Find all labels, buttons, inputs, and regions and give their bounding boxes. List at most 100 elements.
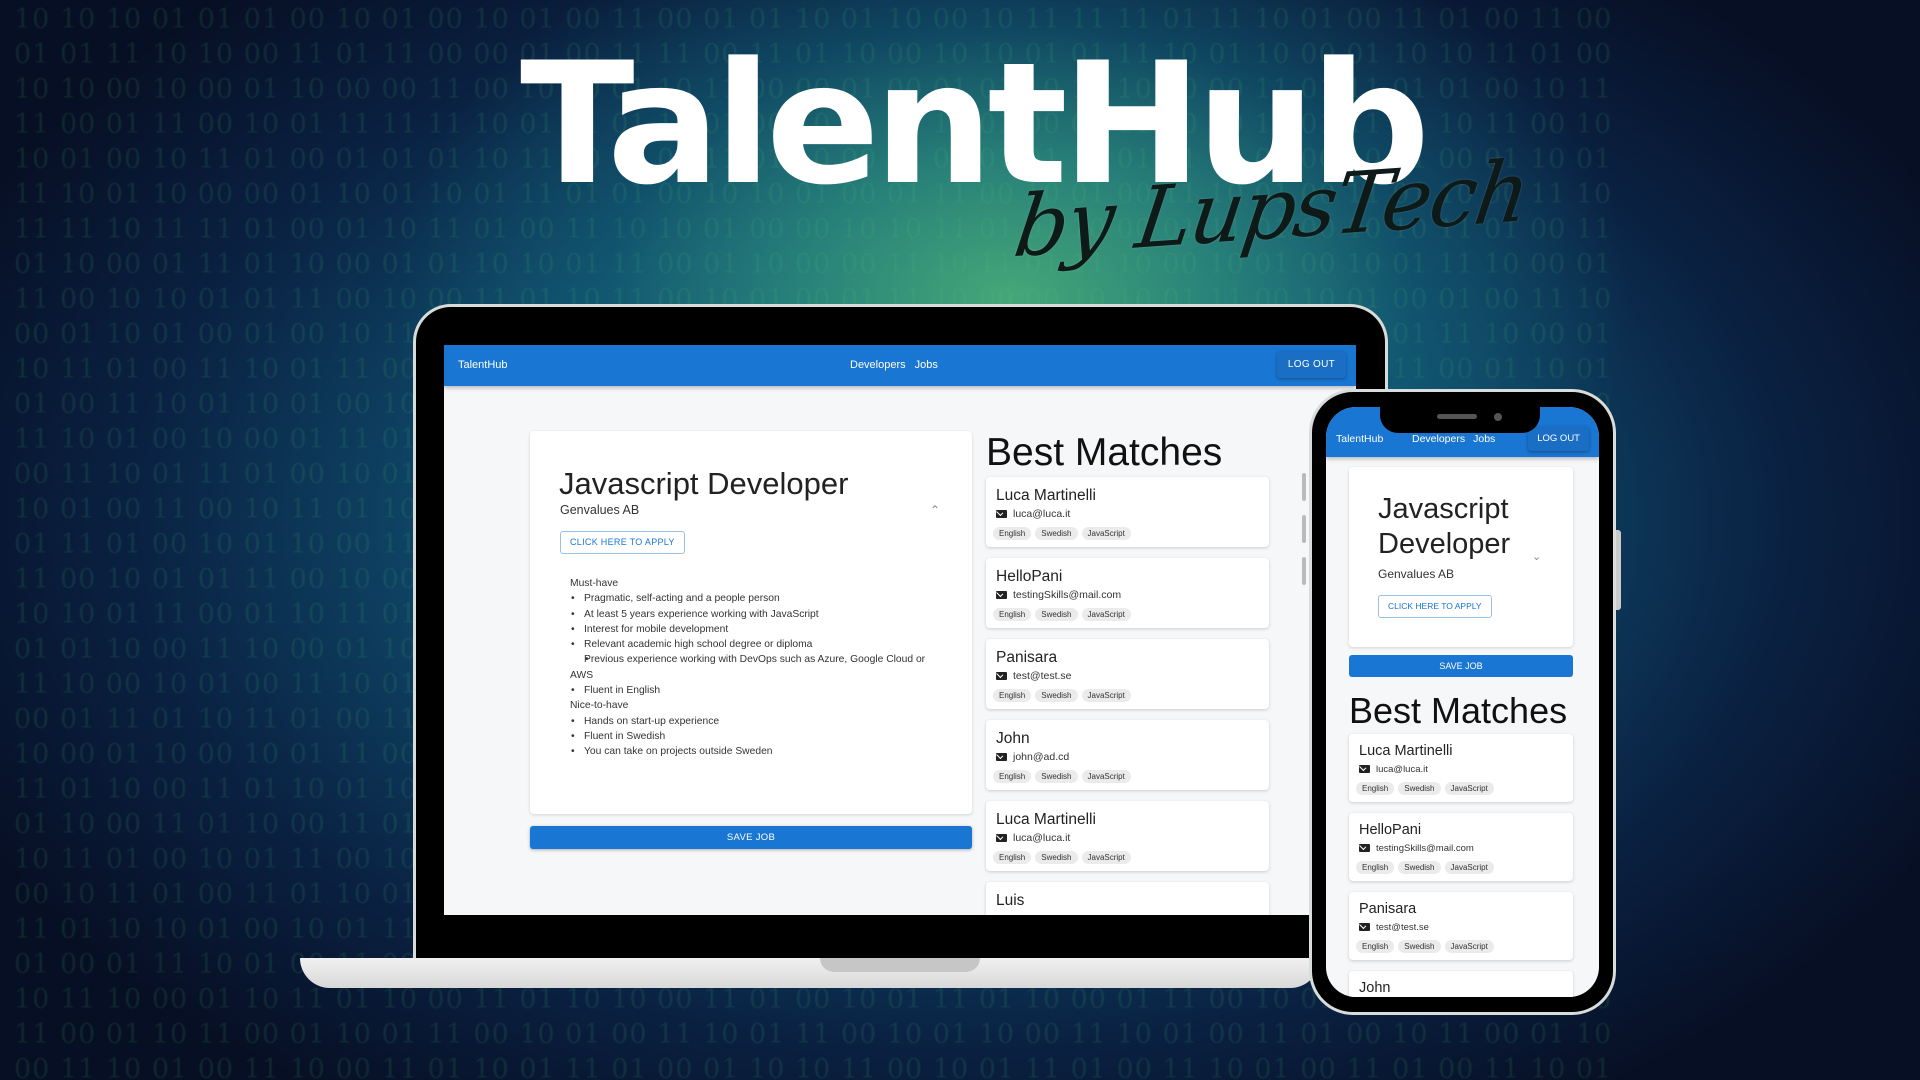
match-email-text: testingSkills@mail.com (1013, 589, 1122, 601)
skill-chip: Swedish (1035, 851, 1078, 864)
skill-chip: JavaScript (1444, 782, 1494, 795)
match-card[interactable]: Panisara test@test.se English Swedish JavaSc… (986, 639, 1269, 709)
save-job-button[interactable]: SAVE JOB (530, 826, 972, 849)
skill-chip: Swedish (1035, 689, 1078, 702)
match-name: Luca Martinelli (996, 487, 1096, 504)
nice-to-have-heading: Nice-to-have (570, 700, 629, 712)
skill-chips: English Swedish JavaScript (993, 685, 1135, 703)
list-item: At least 5 years experience working with… (570, 607, 950, 623)
match-list: Luca Martinelli luca@luca.it English Swedis… (1349, 734, 1573, 997)
phone-screen: TalentHub Developers Jobs LOG OUT Javascr… (1326, 407, 1599, 997)
skill-chips: English Swedish JavaScript (993, 604, 1135, 622)
nav-link-developers[interactable]: Developers (1412, 433, 1465, 445)
scrollbar-thumb[interactable] (1302, 515, 1306, 543)
skill-chips: English Swedish JavaScript (993, 847, 1135, 865)
scrollbar-thumb[interactable] (1302, 557, 1306, 585)
scrollbar[interactable] (1302, 473, 1306, 618)
match-name: HelloPani (996, 568, 1063, 585)
laptop-base (300, 958, 1320, 988)
mail-icon (996, 834, 1007, 842)
match-email-text: luca@luca.it (1013, 832, 1071, 844)
match-email-text: test@test.se (1376, 922, 1429, 933)
job-title: Javascript Developer (559, 466, 849, 501)
logout-button[interactable]: LOG OUT (1276, 352, 1346, 378)
chevron-up-icon[interactable]: ⌃ (930, 503, 940, 517)
phone-speaker (1437, 414, 1477, 419)
match-card[interactable]: Luca Martinelli luca@luca.it English Swedis… (986, 477, 1269, 547)
list-item: You can take on projects outside Sweden (570, 744, 950, 760)
match-card[interactable]: Luca Martinelli luca@luca.it English Swedis… (986, 801, 1269, 871)
skill-chips: English Swedish JavaScript (1356, 857, 1498, 875)
skill-chip: JavaScript (1444, 940, 1494, 953)
match-email-text: testingSkills@mail.com (1376, 843, 1474, 854)
nav-link-developers[interactable]: Developers (850, 359, 906, 371)
match-name: Luis (996, 892, 1025, 909)
skill-chip: English (993, 527, 1032, 540)
match-name: Panisara (1359, 901, 1417, 917)
list-item: Fluent in English (570, 683, 950, 699)
skill-chip: English (993, 851, 1032, 864)
match-email: luca@luca.it (996, 832, 1070, 844)
match-name: John (1359, 980, 1391, 996)
phone-notch (1380, 405, 1540, 433)
skill-chip: Swedish (1035, 527, 1078, 540)
match-email: testingSkills@mail.com (996, 589, 1121, 601)
skill-chip: English (1356, 782, 1395, 795)
match-email: john@ad.cd (996, 751, 1069, 763)
skill-chips: English Swedish JavaScript (1356, 778, 1498, 796)
nav-brand[interactable]: TalentHub (458, 359, 508, 371)
scrollbar-thumb[interactable] (1302, 473, 1306, 501)
skill-chip: JavaScript (1081, 527, 1131, 540)
list-item: Interest for mobile development (570, 622, 950, 638)
match-name: Luca Martinelli (1359, 743, 1453, 759)
nav-link-jobs[interactable]: Jobs (915, 359, 938, 371)
nice-to-have-list: Hands on start-up experience Fluent in S… (570, 714, 950, 760)
skill-chip: Swedish (1398, 782, 1441, 795)
match-email-text: test@test.se (1013, 670, 1072, 682)
nav-link-jobs[interactable]: Jobs (1473, 433, 1495, 445)
match-card[interactable]: HelloPani testingSkills@mail.com English Sw… (1349, 813, 1573, 881)
skill-chip: JavaScript (1081, 851, 1131, 864)
nav-brand[interactable]: TalentHub (1336, 433, 1383, 445)
skill-chip: English (1356, 940, 1395, 953)
binary-row: 01 10 00 01 11 01 10 00 01 01 10 10 01 1… (14, 249, 1613, 280)
match-card[interactable]: Luca Martinelli luca@luca.it English Swedis… (1349, 734, 1573, 802)
list-item: Previous experience working with DevOps … (570, 652, 950, 683)
match-email: luca@luca.it (1359, 764, 1428, 775)
list-item: Hands on start-up experience (570, 714, 950, 730)
match-name: Panisara (996, 649, 1058, 666)
nav-links: Developers Jobs (850, 359, 947, 371)
match-card[interactable]: Luis (986, 882, 1269, 915)
apply-button[interactable]: CLICK HERE TO APPLY (560, 531, 685, 554)
match-email: luca@luca.it (996, 508, 1070, 520)
job-company: Genvalues AB (1378, 567, 1455, 581)
logout-button[interactable]: LOG OUT (1528, 427, 1589, 451)
skill-chip: JavaScript (1081, 689, 1131, 702)
chevron-down-icon[interactable]: ⌄ (1532, 550, 1541, 563)
mail-icon (996, 591, 1007, 599)
skill-chip: Swedish (1398, 940, 1441, 953)
match-email: test@test.se (1359, 922, 1429, 933)
mail-icon (1359, 923, 1370, 931)
match-card[interactable]: Johnjohn@ad.cdEnglishSwedishJavaScript (1349, 971, 1573, 997)
match-card[interactable]: HelloPani testingSkills@mail.com English Sw… (986, 558, 1269, 628)
binary-row: 00 11 10 01 00 11 10 00 11 01 10 01 11 0… (14, 1054, 1613, 1080)
laptop-screen: TalentHub Developers Jobs LOG OUT Javascr… (444, 345, 1356, 915)
skill-chip: Swedish (1035, 608, 1078, 621)
skill-chip: JavaScript (1081, 770, 1131, 783)
apply-button[interactable]: CLICK HERE TO APPLY (1378, 595, 1492, 618)
navbar: TalentHub Developers Jobs LOG OUT (444, 345, 1356, 386)
skill-chip: English (993, 770, 1032, 783)
match-name: John (996, 730, 1030, 747)
skill-chip: Swedish (1035, 770, 1078, 783)
match-name: Luca Martinelli (996, 811, 1096, 828)
job-title: Javascript Developer (1378, 493, 1511, 560)
must-have-list: Pragmatic, self-acting and a people pers… (570, 591, 950, 698)
match-email: testingSkills@mail.com (1359, 843, 1474, 854)
best-matches-title: Best Matches (986, 431, 1223, 474)
skill-chips: English Swedish JavaScript (1356, 936, 1498, 954)
list-item: Relevant academic high school degree or … (570, 637, 950, 653)
match-card[interactable]: John john@ad.cd EnglishSwedishJavaScript (986, 720, 1269, 790)
match-card[interactable]: Panisara test@test.se English Swedish JavaSc… (1349, 892, 1573, 960)
save-job-button[interactable]: SAVE JOB (1349, 655, 1573, 677)
